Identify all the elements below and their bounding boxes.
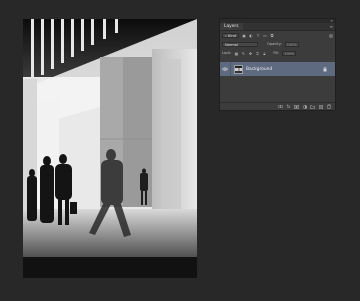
layer-thumbnail[interactable] [234, 64, 243, 74]
tab-layers[interactable]: Layers [220, 23, 243, 30]
blend-mode-select[interactable]: Normal [222, 42, 258, 47]
new-layer-icon[interactable] [318, 104, 323, 109]
lock-label: Lock: [222, 51, 232, 55]
panel-footer: fx [220, 102, 335, 110]
visibility-eye-icon[interactable] [220, 62, 231, 76]
panel-tab-bar: Layers ≡ [220, 23, 335, 31]
filter-kind-select[interactable]: ⌕ Kind [222, 33, 239, 38]
filter-pixel-icon[interactable]: ▣ [242, 33, 246, 38]
filter-adjustment-icon[interactable]: ◐ [249, 33, 253, 38]
opacity-field[interactable]: 100% [284, 42, 299, 47]
blend-mode-value: Normal [225, 42, 239, 47]
new-group-icon[interactable] [310, 104, 315, 109]
filter-type-icon[interactable]: T [256, 33, 260, 38]
canvas-photo [23, 19, 197, 278]
delete-layer-icon[interactable] [326, 104, 331, 109]
lock-image-icon[interactable]: ✎ [241, 51, 245, 56]
adjustment-layer-icon[interactable] [302, 104, 307, 109]
layers-panel: » Layers ≡ ⌕ Kind ▣ ◐ T ▭ ⧉ Normal Opaci… [219, 18, 336, 111]
link-layers-icon[interactable] [278, 104, 283, 109]
lock-artboard-icon[interactable]: ⌗ [255, 51, 259, 56]
lock-icon [323, 66, 327, 72]
add-mask-icon[interactable] [294, 104, 299, 109]
blend-row: Normal Opacity: 100% [220, 40, 335, 49]
filter-smart-object-icon[interactable]: ⧉ [270, 33, 274, 38]
lock-all-icon[interactable]: 🔒︎ [262, 51, 266, 56]
layer-style-icon[interactable]: fx [286, 104, 291, 109]
photoshop-workspace: » Layers ≡ ⌕ Kind ▣ ◐ T ▭ ⧉ Normal Opaci… [0, 0, 360, 301]
opacity-label: Opacity: [267, 42, 282, 46]
filter-toggle-icon[interactable] [329, 33, 333, 38]
filter-shape-icon[interactable]: ▭ [263, 33, 267, 38]
lock-row: Lock: ▦ ✎ ✥ ⌗ 🔒︎ Fill: 100% [220, 49, 335, 58]
layer-row-background[interactable]: Background [220, 62, 335, 76]
layer-name[interactable]: Background [246, 67, 272, 72]
lock-transparent-icon[interactable]: ▦ [234, 51, 239, 56]
search-icon: ⌕ [225, 33, 228, 38]
fill-label: Fill: [273, 51, 280, 55]
fill-field[interactable]: 100% [282, 51, 297, 56]
lock-position-icon[interactable]: ✥ [248, 51, 252, 56]
filter-row: ⌕ Kind ▣ ◐ T ▭ ⧉ [220, 31, 335, 40]
panel-menu-icon[interactable]: ≡ [330, 23, 333, 30]
filter-kind-label: Kind [228, 33, 236, 38]
document-canvas[interactable] [23, 19, 197, 278]
